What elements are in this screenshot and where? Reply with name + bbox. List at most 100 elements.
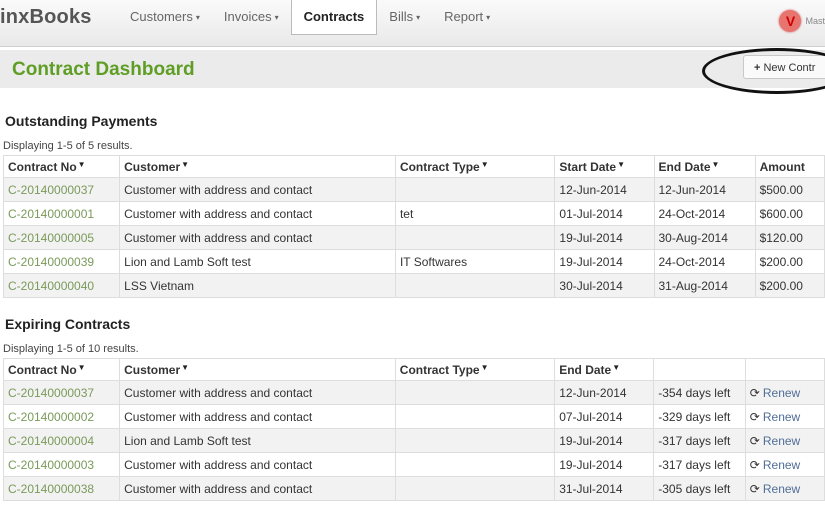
col-customer[interactable]: Customer▼ [119, 358, 396, 381]
amount-cell: $200.00 [754, 273, 825, 298]
user-menu[interactable]: V Mast [779, 10, 825, 32]
days-left-cell: -317 days left [653, 428, 746, 453]
customer-cell: Lion and Lamb Soft test [119, 428, 396, 453]
sort-icon: ▼ [612, 362, 621, 372]
contract-no-link[interactable]: C-20140000040 [2, 273, 121, 298]
start-date-cell: 01-Jul-2014 [554, 201, 655, 226]
renew-label: Renew [762, 409, 801, 424]
col-label: Contract No [8, 362, 77, 377]
expiring-contracts-table: Contract No▼ Customer▼ Contract Type▼ En… [2, 358, 825, 501]
contract-type-cell [394, 273, 556, 298]
contract-no-link[interactable]: C-20140000002 [2, 404, 121, 429]
col-label: Start Date [559, 159, 617, 174]
customer-cell: Customer with address and contact [119, 452, 396, 477]
contract-no-link[interactable]: C-20140000039 [2, 249, 121, 274]
end-date-cell: 07-Jul-2014 [554, 404, 655, 429]
renew-link[interactable]: ⟳ Renew [744, 404, 825, 429]
sort-icon: ▼ [617, 159, 626, 169]
chevron-down-icon: ▾ [195, 13, 200, 22]
sort-icon: ▼ [711, 159, 720, 169]
end-date-cell: 31-Jul-2014 [554, 476, 655, 501]
user-name[interactable]: Mast [805, 16, 825, 26]
customer-cell: Lion and Lamb Soft test [119, 249, 396, 274]
renew-link[interactable]: ⟳ Renew [744, 452, 825, 477]
col-end-date[interactable]: End Date▼ [554, 358, 655, 381]
contract-type-cell [394, 476, 556, 501]
new-contract-label: New Contr [763, 62, 816, 74]
contract-type-cell [394, 225, 556, 250]
nav-contracts[interactable]: Contracts [290, 0, 378, 35]
plus-icon: + [754, 62, 761, 74]
page-title: Contract Dashboard [12, 59, 195, 80]
chevron-down-icon: ▾ [486, 13, 491, 22]
nav-customers-label: Customers [130, 9, 193, 24]
end-date-cell: 24-Oct-2014 [653, 201, 756, 226]
outstanding-summary: Displaying 1-5 of 5 results. [3, 140, 133, 152]
customer-cell: Customer with address and contact [119, 404, 396, 429]
contract-type-cell [394, 404, 556, 429]
end-date-cell: 24-Oct-2014 [653, 249, 756, 274]
customer-cell: Customer with address and contact [119, 380, 396, 405]
col-contract-no[interactable]: Contract No▼ [2, 155, 121, 178]
refresh-icon: ⟳ [749, 385, 760, 400]
contract-no-link[interactable]: C-20140000037 [2, 380, 121, 405]
customer-cell: Customer with address and contact [119, 225, 396, 250]
customer-cell: Customer with address and contact [119, 476, 396, 501]
table-row: C-20140000038 Customer with address and … [2, 476, 825, 501]
chevron-down-icon: ▾ [274, 13, 279, 22]
renew-link[interactable]: ⟳ Renew [744, 428, 825, 453]
amount-cell: $120.00 [754, 225, 825, 250]
contract-no-link[interactable]: C-20140000004 [2, 428, 121, 453]
start-date-cell: 19-Jul-2014 [554, 225, 655, 250]
expiring-summary: Displaying 1-5 of 10 results. [3, 343, 139, 355]
renew-label: Renew [762, 481, 801, 496]
refresh-icon: ⟳ [749, 409, 760, 424]
sort-icon: ▼ [480, 159, 489, 169]
col-action [744, 358, 825, 381]
renew-link[interactable]: ⟳ Renew [744, 380, 825, 405]
col-contract-no[interactable]: Contract No▼ [2, 358, 121, 381]
nav-customers[interactable]: Customers ▾ [118, 0, 212, 46]
col-end-date[interactable]: End Date▼ [653, 155, 756, 178]
table-row: C-20140000040 LSS Vietnam 30-Jul-2014 31… [2, 273, 825, 298]
amount-cell: $500.00 [754, 177, 825, 202]
contract-no-link[interactable]: C-20140000001 [2, 201, 121, 226]
col-contract-type[interactable]: Contract Type▼ [394, 358, 556, 381]
contract-no-link[interactable]: C-20140000005 [2, 225, 121, 250]
contract-no-link[interactable]: C-20140000038 [2, 476, 121, 501]
renew-link[interactable]: ⟳ Renew [744, 476, 825, 501]
avatar[interactable]: V [779, 10, 802, 32]
col-start-date[interactable]: Start Date▼ [554, 155, 655, 178]
table-header-row: Contract No▼ Customer▼ Contract Type▼ En… [2, 358, 825, 381]
col-days-left [653, 358, 746, 381]
sort-icon: ▼ [77, 159, 86, 169]
new-contract-button[interactable]: + New Contr [743, 55, 825, 79]
table-row: C-20140000004 Lion and Lamb Soft test 19… [2, 428, 825, 453]
amount-cell: $600.00 [754, 201, 825, 226]
end-date-cell: 31-Aug-2014 [653, 273, 756, 298]
nav-bills-label: Bills [389, 9, 414, 24]
sort-icon: ▼ [181, 159, 190, 169]
top-navbar: inxBooks Customers ▾ Invoices ▾ Contracts … [0, 0, 825, 47]
contract-type-cell: tet [394, 201, 556, 226]
col-contract-type[interactable]: Contract Type▼ [394, 155, 556, 178]
table-row: C-20140000037 Customer with address and … [2, 380, 825, 405]
col-label: End Date [559, 362, 612, 377]
contract-type-cell [394, 177, 556, 202]
nav-bills[interactable]: Bills ▾ [377, 0, 432, 46]
col-label: Contract Type [399, 159, 480, 174]
col-customer[interactable]: Customer▼ [119, 155, 396, 178]
col-label: End Date [658, 159, 711, 174]
customer-cell: Customer with address and contact [119, 201, 396, 226]
nav-report[interactable]: Report ▾ [432, 0, 502, 46]
table-row: C-20140000003 Customer with address and … [2, 452, 825, 477]
nav-invoices[interactable]: Invoices ▾ [212, 0, 291, 46]
contract-no-link[interactable]: C-20140000037 [2, 177, 121, 202]
outstanding-payments-title: Outstanding Payments [5, 113, 158, 129]
brand-logo[interactable]: inxBooks [0, 6, 92, 29]
table-row: C-20140000037 Customer with address and … [2, 177, 825, 202]
nav-report-label: Report [444, 9, 484, 24]
contract-no-link[interactable]: C-20140000003 [2, 452, 121, 477]
col-amount[interactable]: Amount [754, 155, 825, 178]
renew-label: Renew [762, 385, 801, 400]
